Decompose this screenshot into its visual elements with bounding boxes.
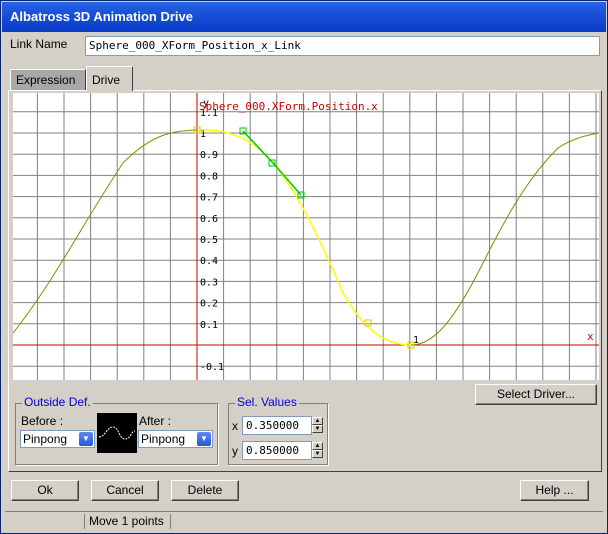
after-label: After : — [139, 414, 172, 428]
chevron-down-icon[interactable]: ▼ — [79, 432, 93, 446]
before-select-value: Pinpong — [23, 432, 68, 446]
x-value-stepper[interactable]: ▲ ▼ — [312, 417, 323, 434]
curve-graph-svg[interactable]: 1.110.90.80.70.60.50.40.30.20.1-0.1-0.2 … — [13, 93, 599, 380]
after-select-value: Pinpong — [141, 432, 186, 446]
tangent-handle-line — [242, 130, 302, 196]
y-tick-label: 0.2 — [200, 299, 218, 310]
select-driver-button[interactable]: Select Driver... — [475, 384, 597, 405]
y-value-label: y — [232, 444, 238, 458]
y-tick-label: 0.4 — [200, 256, 218, 267]
selected-curve-segment[interactable] — [196, 129, 412, 346]
app-window: Albatross 3D Animation Drive Link Name S… — [0, 0, 608, 534]
wave-preview-svg — [98, 426, 136, 440]
cancel-button[interactable]: Cancel — [91, 480, 159, 501]
y-tick-label: -0.1 — [200, 362, 224, 373]
x-value-label: x — [232, 419, 238, 433]
y-tick-label: 0.5 — [200, 235, 218, 246]
x-value-input[interactable]: 0.350000 — [242, 416, 312, 435]
y-tick-label: 0.8 — [200, 171, 218, 182]
status-message: Move 1 points — [85, 514, 171, 529]
y-tick-labels: 1.110.90.80.70.60.50.40.30.20.1-0.1-0.2 — [200, 108, 224, 373]
y-tick-label: 0.7 — [200, 193, 218, 204]
tab-expression[interactable]: Expression — [10, 69, 86, 91]
stepper-up-icon[interactable]: ▲ — [312, 417, 323, 425]
stepper-down-icon[interactable]: ▼ — [312, 450, 323, 458]
status-bar: Move 1 points — [5, 511, 603, 530]
chevron-down-icon[interactable]: ▼ — [197, 432, 211, 446]
y-value-stepper[interactable]: ▲ ▼ — [312, 442, 323, 459]
ok-button[interactable]: Ok — [11, 480, 79, 501]
window-title: Albatross 3D Animation Drive — [2, 2, 606, 32]
sel-values-legend: Sel. Values — [235, 395, 299, 409]
help-button[interactable]: Help ... — [520, 480, 589, 501]
curve-graph[interactable]: 1.110.90.80.70.60.50.40.30.20.1-0.1-0.2 … — [13, 93, 599, 380]
y-tick-label: 0.6 — [200, 214, 218, 225]
delete-button[interactable]: Delete — [171, 480, 239, 501]
drive-curve[interactable] — [13, 129, 599, 346]
tab-drive[interactable]: Drive — [86, 66, 133, 91]
link-name-label: Link Name — [10, 37, 68, 51]
stepper-up-icon[interactable]: ▲ — [312, 442, 323, 450]
link-name-input[interactable]: Sphere_000_XForm_Position_x_Link — [85, 36, 600, 56]
y-value-input[interactable]: 0.850000 — [242, 441, 312, 460]
outside-def-legend: Outside Def. — [22, 395, 93, 409]
after-select[interactable]: Pinpong ▼ — [138, 430, 213, 448]
status-cell-empty — [5, 514, 85, 529]
before-label: Before : — [21, 414, 64, 428]
y-tick-label: 0.9 — [200, 150, 218, 161]
wave-preview-icon — [97, 413, 137, 453]
before-select[interactable]: Pinpong ▼ — [20, 430, 95, 448]
y-tick-label: 0.3 — [200, 277, 218, 288]
curve-label: Sphere_000.XForm.Position.x — [199, 100, 378, 113]
y-tick-label: 0.1 — [200, 320, 218, 331]
x-axis-name: x — [587, 330, 594, 343]
graph-grid — [13, 93, 599, 380]
stepper-down-icon[interactable]: ▼ — [312, 425, 323, 433]
